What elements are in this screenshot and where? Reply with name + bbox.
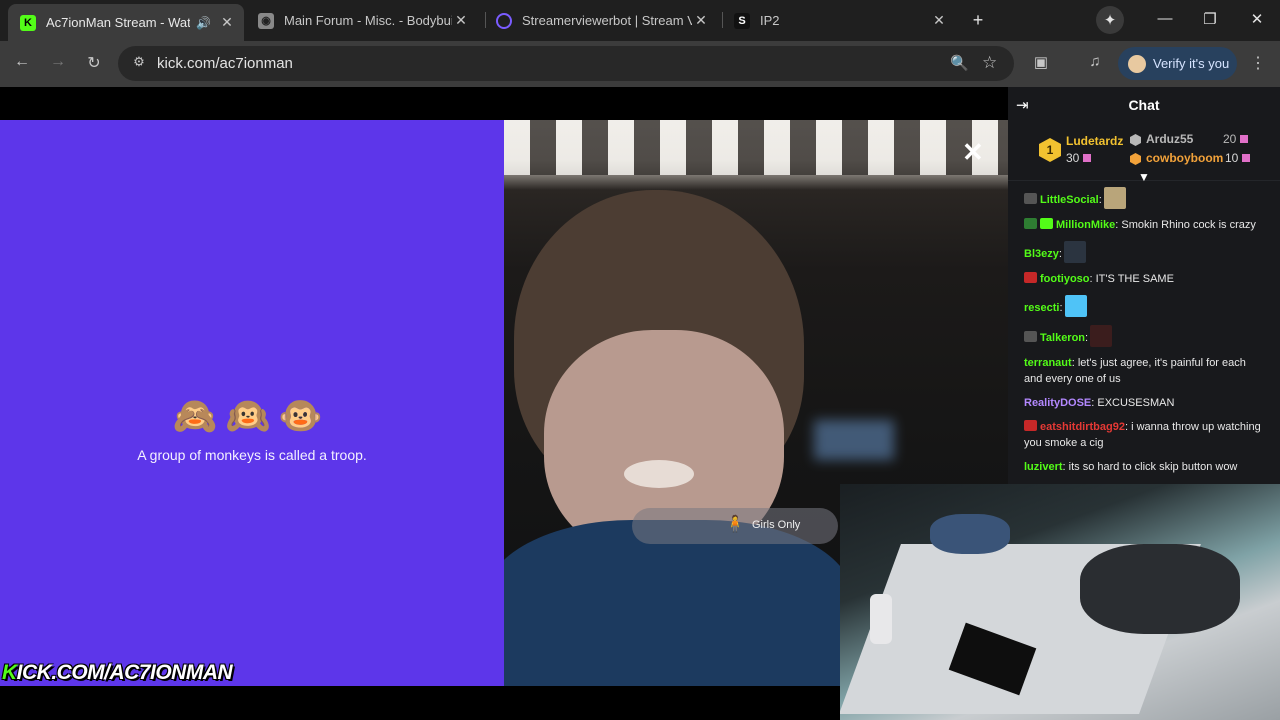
tab-title: Main Forum - Misc. - Bodybuilding (284, 13, 452, 28)
tab-streamerviewerbot[interactable]: Streamerviewerbot | Stream Viewer ✕ (484, 6, 718, 35)
url-text[interactable]: kick.com/ac7ionman (157, 55, 293, 72)
kick-url-watermark: KICK.COM/AC7IONMAN (2, 661, 233, 684)
leader-count: 20 (1223, 132, 1249, 146)
kick-logo-icon: K (20, 14, 36, 31)
minimize-icon[interactable]: — (1155, 10, 1175, 27)
person-icon: 🧍 (725, 516, 745, 533)
chat-message: MillionMike: Smokin Rhino cock is crazy (1024, 217, 1264, 233)
zoom-icon[interactable]: 🔍 (950, 54, 969, 72)
emote-icon (1063, 241, 1086, 263)
gift-icon (1240, 135, 1249, 143)
rank-badge-icon (1130, 153, 1141, 165)
chat-message: footiyoso: IT'S THE SAME (1024, 271, 1264, 287)
bookmark-star-icon[interactable]: ☆ (982, 53, 997, 73)
leader-user[interactable]: Arduz55 (1146, 132, 1193, 146)
toolbar: ← → ↻ ⚙ kick.com/ac7ionman 🔍 ☆ ▣ ♫ Verif… (0, 41, 1280, 87)
address-bar[interactable]: ⚙ kick.com/ac7ionman 🔍 ☆ (118, 46, 1014, 81)
chat-message: LittleSocial: (1024, 187, 1264, 209)
room-webcam (840, 484, 1280, 720)
tab-bodybuilding-forum[interactable]: ◉ Main Forum - Misc. - Bodybuilding ✕ (246, 6, 478, 35)
badge-icon (1024, 420, 1037, 431)
reload-icon[interactable]: ↻ (83, 53, 105, 73)
monkey-emojis: 🙈🙉🐵 (172, 395, 332, 436)
emote-icon (1064, 295, 1087, 317)
chat-messages: LittleSocial: MillionMike: Smokin Rhino … (1008, 181, 1280, 475)
chat-message: resecti: (1024, 295, 1264, 317)
media-controls-icon[interactable]: ♫ (1084, 53, 1106, 70)
window-close-icon[interactable]: ✕ (1247, 10, 1267, 28)
gift-leaderboard: 1 Ludetardz 30 Arduz55 20 cowboyboom 10 … (1008, 123, 1280, 184)
monkey-fact-text: A group of monkeys is called a troop. (137, 447, 367, 463)
chat-header: ⇥ Chat (1008, 87, 1280, 123)
tab-strip: K Ac7ionMan Stream - Watch 🔊 ✕ ◉ Main Fo… (0, 0, 1280, 41)
site-info-icon[interactable]: ⚙ (130, 54, 148, 72)
chat-title: Chat (1128, 97, 1160, 113)
verify-label: Verify it's you (1153, 56, 1230, 71)
streamerviewerbot-logo-icon (496, 12, 512, 29)
new-tab-button[interactable]: + (968, 10, 988, 31)
chat-message: RealityDOSE: EXCUSESMAN (1024, 397, 1175, 409)
leader-count: 10 (1225, 151, 1251, 165)
girls-only-pill: 🧍 Girls Only (632, 508, 838, 544)
gift-icon (1242, 154, 1251, 162)
tab-ip2[interactable]: S IP2 ✕ (722, 6, 956, 35)
gift-icon (1083, 154, 1092, 162)
badge-icon (1024, 218, 1037, 229)
emote-icon (1090, 325, 1113, 347)
google-lens-icon[interactable]: ▣ (1030, 53, 1052, 71)
overlay-close-icon[interactable]: ✕ (962, 137, 984, 168)
back-icon[interactable]: ← (11, 53, 33, 71)
expand-leaderboard-icon[interactable]: ▼ (1138, 170, 1150, 184)
close-icon[interactable]: ✕ (692, 12, 710, 29)
speaker-icon[interactable]: 🔊 (196, 16, 212, 30)
fact-panel: 🙈🙉🐵 A group of monkeys is called a troop… (0, 120, 504, 686)
close-icon[interactable]: ✕ (930, 12, 948, 29)
chat-message: eatshitdirtbag92: i wanna throw up watch… (1024, 420, 1261, 449)
chat-message: Talkeron: (1024, 325, 1264, 347)
close-icon[interactable]: ✕ (452, 12, 470, 29)
tab-title: Streamerviewerbot | Stream Viewer (522, 13, 692, 28)
menu-icon[interactable]: ⋮ (1248, 53, 1268, 73)
avatar (1128, 54, 1146, 73)
leader-user[interactable]: cowboyboom (1146, 151, 1223, 165)
tab-title: Ac7ionMan Stream - Watch (46, 15, 190, 30)
chat-panel: ⇥ Chat 1 Ludetardz 30 Arduz55 20 cowboyb… (1008, 87, 1280, 484)
badge-icon (1024, 331, 1037, 342)
close-icon[interactable]: ✕ (218, 14, 236, 31)
restore-icon[interactable]: ❐ (1200, 10, 1220, 28)
emote-icon (1103, 187, 1126, 209)
tab-kick-stream[interactable]: K Ac7ionMan Stream - Watch 🔊 ✕ (8, 4, 244, 41)
badge-icon (1024, 272, 1037, 283)
chat-message: Bl3ezy: (1024, 241, 1264, 263)
pill-label: Girls Only (752, 519, 801, 531)
gemini-icon[interactable]: ✦ (1096, 6, 1124, 34)
badge-icon (1040, 218, 1053, 229)
forward-icon[interactable]: → (47, 53, 69, 71)
rank-badge-icon (1130, 134, 1141, 146)
rank-badge: 1 (1039, 138, 1061, 162)
chat-message: luzivert: its so hard to click skip butt… (1024, 461, 1238, 473)
bodybuilding-logo-icon: ◉ (258, 12, 274, 29)
badge-icon (1024, 193, 1037, 204)
leader-count: 30 (1066, 151, 1092, 165)
chat-message: terranaut: let's just agree, it's painfu… (1024, 357, 1246, 385)
s-logo-icon: S (734, 12, 750, 29)
tab-title: IP2 (760, 13, 780, 28)
leader-user[interactable]: Ludetardz (1066, 134, 1123, 148)
verify-profile-button[interactable]: Verify it's you (1118, 47, 1237, 80)
